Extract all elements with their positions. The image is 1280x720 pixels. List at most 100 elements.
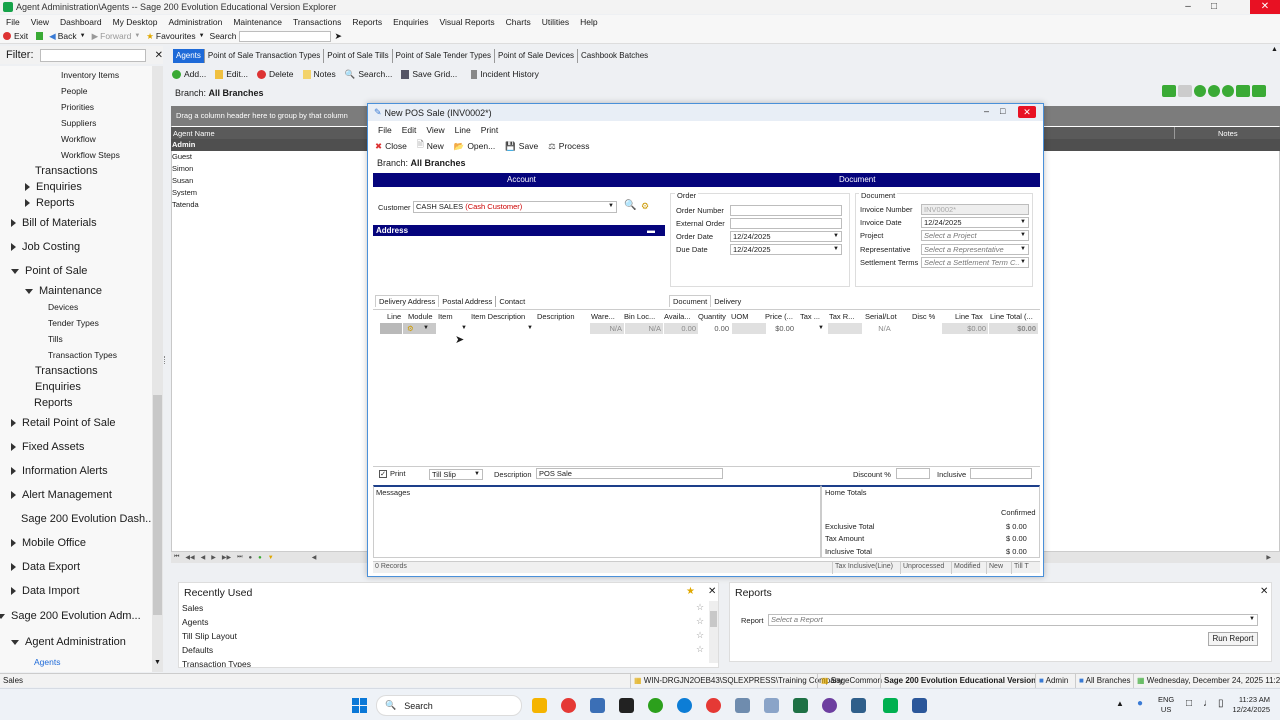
forward-dropdown-icon[interactable]: ▼ [134,33,140,39]
recent-scroll-thumb[interactable] [710,611,717,627]
discount-input[interactable] [896,468,930,479]
notes-button[interactable]: Notes [314,69,336,79]
open-button[interactable]: Open... [467,141,495,151]
expand-down-icon[interactable] [25,288,33,294]
close-button[interactable]: Close [385,141,407,151]
print-checkbox[interactable]: ✓ [379,469,387,478]
external-order-input[interactable] [730,218,842,229]
col-tax-type[interactable]: Tax ... [800,312,820,321]
network-icon[interactable]: □ [1186,698,1192,709]
menu-file[interactable]: File [6,17,20,27]
chevron-down-icon[interactable]: ▼ [1020,218,1026,227]
excel-icon[interactable] [793,698,808,713]
first-record-icon[interactable] [1162,85,1176,97]
sidebar-item-maintenance[interactable]: Maintenance [25,285,102,297]
language-indicator[interactable]: ENG US [1158,695,1174,715]
expand-right-icon[interactable] [11,587,16,596]
delete-button[interactable]: Delete [269,69,294,79]
save-grid-button[interactable]: Save Grid... [412,69,457,79]
app-icon[interactable] [590,698,605,713]
customer-select[interactable]: CASH SALES (Cash Customer) ▼ [413,201,617,213]
expand-down-icon[interactable] [0,613,5,619]
tray-icon[interactable]: ● [1137,698,1143,709]
expand-right-icon[interactable] [25,183,30,192]
clock[interactable]: 11:23 AM 12/24/2025 [1230,695,1270,715]
chevron-down-icon[interactable]: ▼ [608,202,614,211]
chevron-down-icon[interactable]: ▼ [833,245,839,254]
nav-add-icon[interactable]: ● [249,555,253,561]
dialog-title-bar[interactable]: ✎ New POS Sale (INV0002*) – □ ✕ [368,104,1043,121]
sidebar-item-information-alerts[interactable]: Information Alerts [11,465,108,477]
sidebar-item-sage-200-evolution-dash[interactable]: Sage 200 Evolution Dash... [21,513,152,525]
terminal-icon[interactable] [619,698,634,713]
expand-right-icon[interactable] [11,491,16,500]
slip-layout-select[interactable]: Till Slip ▼ [429,469,483,480]
expand-right-icon[interactable] [25,199,30,208]
chevron-down-icon[interactable]: ▼ [1249,615,1255,624]
favourite-toggle-icon[interactable]: ☆ [696,644,704,655]
app-icon[interactable] [735,698,750,713]
menu-visual-reports[interactable]: Visual Reports [440,17,495,27]
tab-delivery-address[interactable]: Delivery Address [375,295,440,307]
add-button[interactable]: Add... [184,69,206,79]
dialog-minimize-icon[interactable]: – [984,106,989,116]
quantity-cell[interactable]: 0.00 [699,323,731,334]
chevron-down-icon[interactable]: ▼ [1020,231,1026,240]
menu-dashboard[interactable]: Dashboard [60,17,102,27]
module-cell[interactable]: ⚙ ▼ [403,323,436,334]
clear-filter-icon[interactable]: ✕ [155,50,163,61]
due-date-picker[interactable]: 12/24/2025 ▼ [730,244,842,255]
inclusive-input[interactable] [970,468,1032,479]
nav-refresh-icon[interactable]: ● [258,555,262,561]
reload-icon[interactable] [1208,85,1220,97]
tab-pos-tills[interactable]: Point of Sale Tills [324,49,393,63]
col-price[interactable]: Price (... [765,312,793,321]
notepad-icon[interactable] [764,698,779,713]
col-tax-rate[interactable]: Tax R... [829,312,854,321]
sync-icon[interactable] [1222,85,1234,97]
sidebar-item-agents[interactable]: Agents [34,657,60,667]
sidebar-scroll-thumb[interactable] [153,395,162,615]
sidebar-item-priorities[interactable]: Priorities [61,102,94,112]
col-bin-location[interactable]: Bin Loc... [624,312,655,321]
recent-item[interactable]: Till Slip Layout [182,631,237,641]
sidebar-item-transaction-types[interactable]: Transaction Types [48,350,117,360]
file-explorer-icon[interactable] [532,698,547,713]
sidebar-item-reports[interactable]: Reports [34,397,73,409]
col-description[interactable]: Description [537,312,575,321]
address-menu-icon[interactable]: ▬ [647,225,655,236]
expand-down-icon[interactable] [11,639,19,645]
sidebar-item-agent-administration[interactable]: Agent Administration [11,636,126,648]
chevron-down-icon[interactable]: ▼ [423,323,429,334]
tab-cashbook-batches[interactable]: Cashbook Batches [578,49,651,63]
col-serial-lot[interactable]: Serial/Lot [865,312,897,321]
dialog-menu-line[interactable]: Line [455,125,471,135]
customer-lookup-icon[interactable]: 🔍 [624,200,636,211]
sidebar-item-workflow[interactable]: Workflow [61,134,96,144]
dialog-menu-print[interactable]: Print [481,125,498,135]
table-row[interactable]: ⚙ ▼ ▼ ▼ N/A N/A 0.00 0.00 $0.00 ▼ N/A $0… [380,323,1038,334]
edge-icon[interactable] [677,698,692,713]
app-icon[interactable] [851,698,866,713]
nav-prev-icon[interactable]: ◀ [201,554,206,561]
hscroll-left-icon[interactable]: ◀ [312,554,317,561]
menu-charts[interactable]: Charts [506,17,531,27]
minimize-icon[interactable]: – [1175,0,1201,14]
order-date-picker[interactable]: 12/24/2025 ▼ [730,231,842,242]
sidebar-item-alert-management[interactable]: Alert Management [11,489,112,501]
dialog-maximize-icon[interactable]: □ [1000,106,1005,116]
process-button[interactable]: Process [559,141,590,151]
tray-chevron-icon[interactable]: ▲ [1116,699,1124,708]
settlement-terms-select[interactable]: Select a Settlement Term C... ▼ [921,257,1029,268]
menu-view[interactable]: View [31,17,49,27]
sidebar-item-job-costing[interactable]: Job Costing [11,241,80,253]
sidebar-item-reports[interactable]: Reports [25,197,75,209]
col-disc[interactable]: Disc % [912,312,935,321]
sidebar-item-data-import[interactable]: Data Import [11,585,79,597]
col-item[interactable]: Item [438,312,453,321]
price-cell[interactable]: $0.00 [767,323,796,334]
recent-item[interactable]: Agents [182,617,208,627]
sidebar-item-bill-of-materials[interactable]: Bill of Materials [11,217,97,229]
dialog-menu-edit[interactable]: Edit [402,125,417,135]
col-warehouse[interactable]: Ware... [591,312,615,321]
